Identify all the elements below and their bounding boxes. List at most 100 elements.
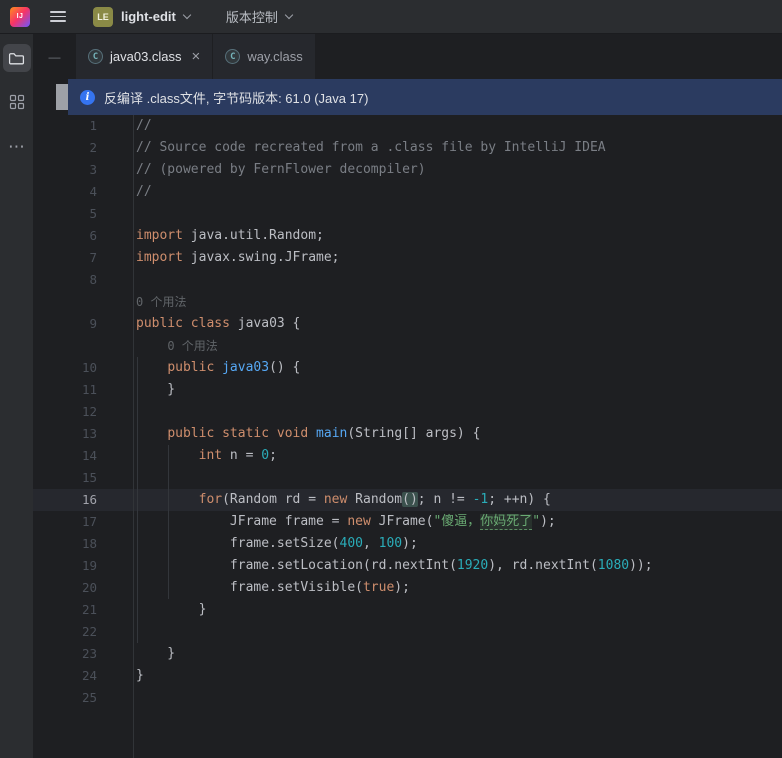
line-number[interactable]: 23 (33, 643, 133, 665)
line-number[interactable]: 22 (33, 621, 133, 643)
inlay-hint-line[interactable]: 0 个用法 (33, 291, 782, 313)
code-text[interactable] (133, 467, 782, 489)
editor-tab-java03.class[interactable]: Cjava03.class× (76, 34, 212, 79)
line-number[interactable]: 6 (33, 225, 133, 247)
line-number[interactable]: 24 (33, 665, 133, 687)
line-number[interactable]: 3 (33, 159, 133, 181)
project-widget[interactable]: LE light-edit (86, 3, 197, 31)
chevron-down-icon (183, 10, 191, 18)
code-text[interactable]: // (133, 181, 782, 203)
code-line-17[interactable]: 17 JFrame frame = new JFrame("傻逼，你妈死了"); (33, 511, 782, 533)
code-text[interactable]: // Source code recreated from a .class f… (133, 137, 782, 159)
line-number[interactable]: 19 (33, 555, 133, 577)
line-number[interactable]: 25 (33, 687, 133, 709)
code-line-7[interactable]: 7import javax.swing.JFrame; (33, 247, 782, 269)
code-text[interactable] (133, 621, 782, 643)
code-text[interactable] (133, 203, 782, 225)
vcs-widget[interactable]: 版本控制 (219, 3, 299, 30)
line-number[interactable]: 8 (33, 269, 133, 291)
code-text[interactable]: frame.setSize(400, 100); (133, 533, 782, 555)
line-number[interactable] (33, 335, 133, 357)
code-line-16[interactable]: 16 for(Random rd = new Random(); n != -1… (33, 489, 782, 511)
line-number[interactable]: 18 (33, 533, 133, 555)
line-number[interactable]: 14 (33, 445, 133, 467)
code-text[interactable]: public class java03 { (133, 313, 782, 335)
banner-text: 反编译 .class文件, 字节码版本: 61.0 (Java 17) (104, 88, 368, 107)
line-number[interactable]: 11 (33, 379, 133, 401)
more-tool-windows-button[interactable]: ⋯ (3, 132, 31, 160)
code-line-13[interactable]: 13 public static void main(String[] args… (33, 423, 782, 445)
main-toolbar: IJ LE light-edit 版本控制 (0, 0, 782, 34)
code-text[interactable]: // (powered by FernFlower decompiler) (133, 159, 782, 181)
code-text[interactable]: import javax.swing.JFrame; (133, 247, 782, 269)
code-line-5[interactable]: 5 (33, 203, 782, 225)
code-text[interactable]: import java.util.Random; (133, 225, 782, 247)
line-number[interactable]: 12 (33, 401, 133, 423)
line-number[interactable]: 20 (33, 577, 133, 599)
code-line-11[interactable]: 11 } (33, 379, 782, 401)
code-text[interactable]: JFrame frame = new JFrame("傻逼，你妈死了"); (133, 511, 782, 533)
code-text[interactable]: for(Random rd = new Random(); n != -1; +… (133, 489, 782, 511)
info-icon: i (80, 90, 95, 105)
gutter-separator (133, 115, 134, 758)
code-text[interactable]: 0 个用法 (133, 291, 782, 313)
project-tool-button[interactable] (3, 44, 31, 72)
code-line-23[interactable]: 23 } (33, 643, 782, 665)
code-text[interactable]: public static void main(String[] args) { (133, 423, 782, 445)
line-number[interactable] (33, 291, 133, 313)
line-number[interactable]: 9 (33, 313, 133, 335)
line-number[interactable]: 16 (33, 489, 133, 511)
code-line-4[interactable]: 4// (33, 181, 782, 203)
splitter-handle-icon[interactable]: — (33, 34, 76, 79)
line-number[interactable]: 21 (33, 599, 133, 621)
inlay-hint-line[interactable]: 0 个用法 (33, 335, 782, 357)
main-menu-button[interactable] (46, 6, 70, 28)
code-line-10[interactable]: 10 public java03() { (33, 357, 782, 379)
line-number[interactable]: 17 (33, 511, 133, 533)
code-text[interactable]: public java03() { (133, 357, 782, 379)
line-number[interactable]: 2 (33, 137, 133, 159)
code-text[interactable]: } (133, 643, 782, 665)
structure-tool-button[interactable] (3, 88, 31, 116)
code-line-22[interactable]: 22 (33, 621, 782, 643)
code-line-18[interactable]: 18 frame.setSize(400, 100); (33, 533, 782, 555)
line-number[interactable]: 10 (33, 357, 133, 379)
code-line-25[interactable]: 25 (33, 687, 782, 709)
code-text[interactable] (133, 269, 782, 291)
line-number[interactable]: 1 (33, 115, 133, 137)
code-line-8[interactable]: 8 (33, 269, 782, 291)
intellij-logo-icon[interactable]: IJ (10, 7, 30, 27)
code-text[interactable]: // (133, 115, 782, 137)
line-number[interactable]: 5 (33, 203, 133, 225)
code-editor[interactable]: 1//2// Source code recreated from a .cla… (33, 115, 782, 758)
code-line-2[interactable]: 2// Source code recreated from a .class … (33, 137, 782, 159)
code-line-14[interactable]: 14 int n = 0; (33, 445, 782, 467)
code-text[interactable]: } (133, 379, 782, 401)
tab-label: java03.class (110, 49, 182, 64)
line-number[interactable]: 15 (33, 467, 133, 489)
code-text[interactable]: frame.setLocation(rd.nextInt(1920), rd.n… (133, 555, 782, 577)
code-text[interactable]: int n = 0; (133, 445, 782, 467)
editor-tab-way.class[interactable]: Cway.class (213, 34, 314, 79)
code-line-12[interactable]: 12 (33, 401, 782, 423)
code-line-3[interactable]: 3// (powered by FernFlower decompiler) (33, 159, 782, 181)
code-line-24[interactable]: 24} (33, 665, 782, 687)
line-number[interactable]: 7 (33, 247, 133, 269)
code-line-21[interactable]: 21 } (33, 599, 782, 621)
close-icon[interactable]: × (192, 49, 201, 64)
code-text[interactable]: } (133, 599, 782, 621)
code-text[interactable]: frame.setVisible(true); (133, 577, 782, 599)
code-text[interactable] (133, 687, 782, 709)
code-text[interactable]: 0 个用法 (133, 335, 782, 357)
code-line-9[interactable]: 9public class java03 { (33, 313, 782, 335)
code-line-1[interactable]: 1// (33, 115, 782, 137)
hamburger-icon (50, 11, 66, 13)
code-text[interactable] (133, 401, 782, 423)
code-line-15[interactable]: 15 (33, 467, 782, 489)
code-line-6[interactable]: 6import java.util.Random; (33, 225, 782, 247)
code-line-20[interactable]: 20 frame.setVisible(true); (33, 577, 782, 599)
code-line-19[interactable]: 19 frame.setLocation(rd.nextInt(1920), r… (33, 555, 782, 577)
line-number[interactable]: 13 (33, 423, 133, 445)
line-number[interactable]: 4 (33, 181, 133, 203)
code-text[interactable]: } (133, 665, 782, 687)
